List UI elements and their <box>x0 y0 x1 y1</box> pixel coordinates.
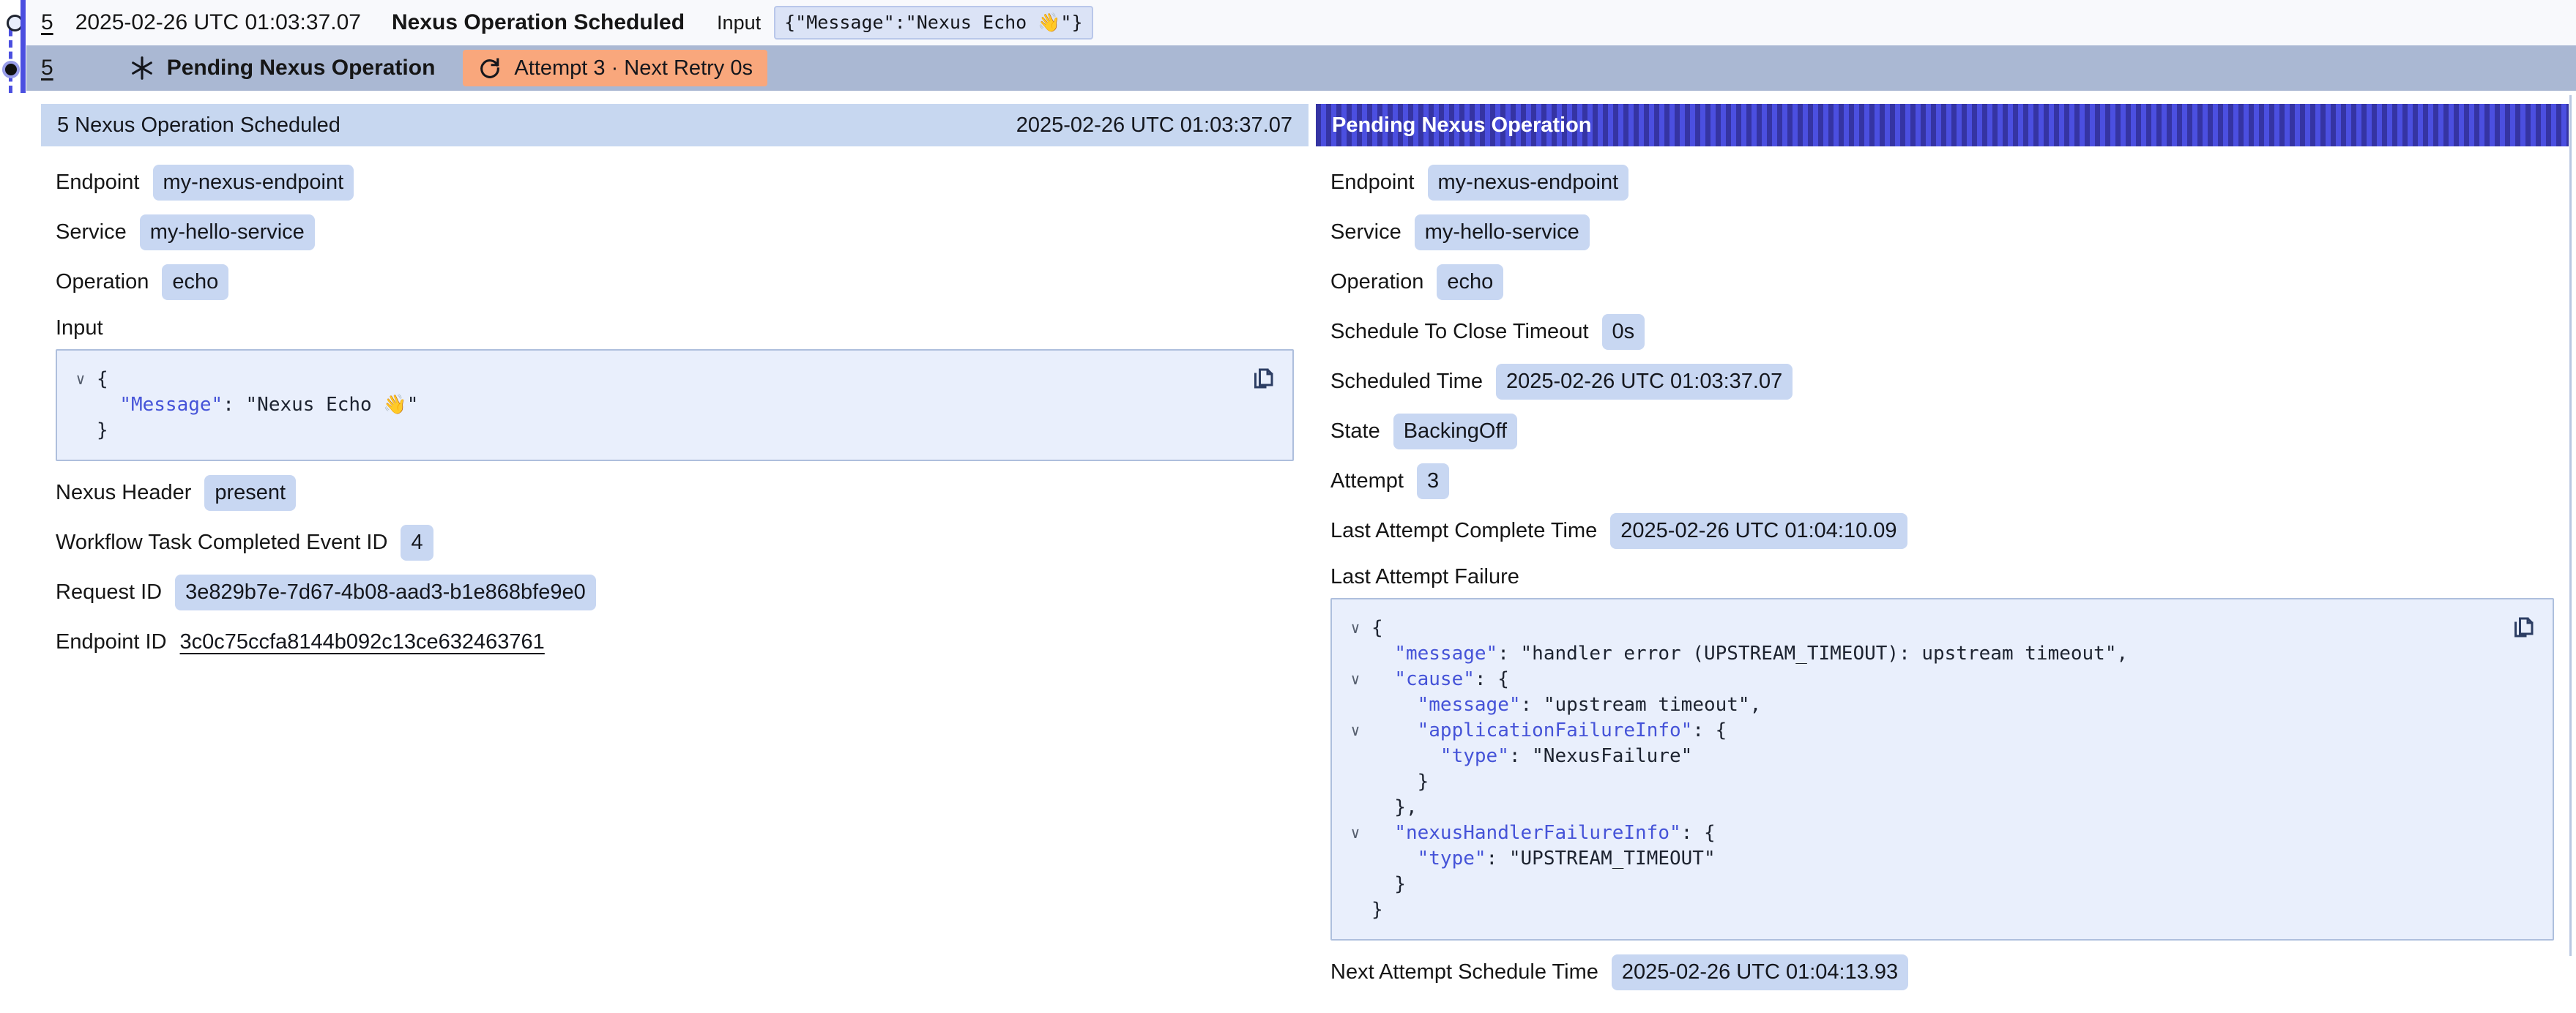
field-operation: Operation echo <box>1330 264 2554 300</box>
field-label: Operation <box>1330 270 1423 294</box>
field-label: Schedule To Close Timeout <box>1330 320 1589 344</box>
scheduled-event-panel: 5 Nexus Operation Scheduled 2025-02-26 U… <box>41 104 1309 682</box>
field-value-badge: my-hello-service <box>140 214 315 250</box>
field-label: Attempt <box>1330 469 1404 493</box>
field-value-badge: echo <box>1437 264 1503 300</box>
field-attempt: Attempt 3 <box>1330 463 2554 499</box>
input-section-label: Input <box>56 316 1294 340</box>
field-request-id: Request ID 3e829b7e-7d67-4b08-aad3-b1e86… <box>56 575 1294 610</box>
field-value-badge: my-hello-service <box>1415 214 1590 250</box>
retry-badge-label: Attempt 3 · Next Retry 0s <box>514 56 753 81</box>
field-state: State BackingOff <box>1330 414 2554 449</box>
pending-asterisk-icon <box>129 55 155 81</box>
field-value-badge: 0s <box>1602 314 1645 350</box>
field-label: Service <box>56 220 127 244</box>
timeline-active-bar <box>21 0 26 93</box>
retry-attempt-badge: Attempt 3 · Next Retry 0s <box>463 50 767 86</box>
collapse-chevron-icon[interactable]: ∨ <box>1339 616 1371 641</box>
field-service: Service my-hello-service <box>1330 214 2554 250</box>
last-attempt-failure-label: Last Attempt Failure <box>1330 565 2554 589</box>
field-value-badge: 2025-02-26 UTC 01:03:37.07 <box>1496 364 1793 400</box>
field-label: Workflow Task Completed Event ID <box>56 531 387 555</box>
scrollbar[interactable] <box>2569 95 2572 956</box>
field-value-badge: echo <box>162 264 228 300</box>
field-value-badge: 2025-02-26 UTC 01:04:13.93 <box>1612 954 1908 990</box>
field-value-badge: my-nexus-endpoint <box>153 165 354 201</box>
collapse-chevron-icon[interactable]: ∨ <box>1339 821 1371 846</box>
field-value-badge: 4 <box>401 525 433 561</box>
retry-icon <box>477 56 502 81</box>
event-input-preview: {"Message":"Nexus Echo 👋"} <box>774 6 1092 40</box>
scheduled-panel-header: 5 Nexus Operation Scheduled 2025-02-26 U… <box>41 104 1309 146</box>
field-operation: Operation echo <box>56 264 1294 300</box>
last-attempt-failure-json-viewer: ∨{ "message": "handler error (UPSTREAM_T… <box>1330 598 2554 941</box>
scheduled-panel-timestamp: 2025-02-26 UTC 01:03:37.07 <box>1016 113 1292 138</box>
field-endpoint: Endpoint my-nexus-endpoint <box>1330 165 2554 201</box>
collapse-chevron-icon[interactable]: ∨ <box>1339 718 1371 744</box>
copy-icon[interactable] <box>2509 613 2538 642</box>
event-row-pending[interactable]: 5 Pending Nexus Operation Attempt 3 · Ne… <box>26 45 2576 91</box>
field-label: Next Attempt Schedule Time <box>1330 960 1598 984</box>
event-input-label: Input <box>717 12 761 34</box>
field-label: Request ID <box>56 580 162 605</box>
pending-panel-title: Pending Nexus Operation <box>1332 113 1592 138</box>
field-last-attempt-complete-time: Last Attempt Complete Time 2025-02-26 UT… <box>1330 513 2554 549</box>
pending-event-title: Pending Nexus Operation <box>167 56 436 81</box>
field-value-badge: 3 <box>1417 463 1449 499</box>
field-service: Service my-hello-service <box>56 214 1294 250</box>
input-json-viewer: ∨{ "Message": "Nexus Echo 👋"} <box>56 349 1294 461</box>
field-label: Last Attempt Complete Time <box>1330 519 1597 543</box>
field-workflow-task-completed-event-id: Workflow Task Completed Event ID 4 <box>56 525 1294 561</box>
field-label: Operation <box>56 270 149 294</box>
endpoint-id-link[interactable]: 3c0c75ccfa8144b092c13ce632463761 <box>180 630 545 654</box>
state-badge: BackingOff <box>1393 414 1517 449</box>
field-endpoint: Endpoint my-nexus-endpoint <box>56 165 1294 201</box>
field-endpoint-id: Endpoint ID 3c0c75ccfa8144b092c13ce63246… <box>56 624 1294 659</box>
pending-panel-header: Pending Nexus Operation <box>1316 104 2569 146</box>
field-value-badge: my-nexus-endpoint <box>1428 165 1629 201</box>
collapse-chevron-icon[interactable]: ∨ <box>1339 667 1371 692</box>
field-schedule-to-close-timeout: Schedule To Close Timeout 0s <box>1330 314 2554 350</box>
event-id-link[interactable]: 5 <box>41 56 53 81</box>
event-id-link[interactable]: 5 <box>41 10 53 35</box>
field-label: Scheduled Time <box>1330 370 1483 394</box>
field-label: Endpoint <box>56 171 140 195</box>
event-timestamp: 2025-02-26 UTC 01:03:37.07 <box>75 10 361 35</box>
timeline-node-filled-icon <box>2 61 20 78</box>
scheduled-panel-title: 5 Nexus Operation Scheduled <box>57 113 340 138</box>
field-label: Endpoint <box>1330 171 1415 195</box>
field-next-attempt-schedule-time: Next Attempt Schedule Time 2025-02-26 UT… <box>1330 954 2554 990</box>
event-title: Nexus Operation Scheduled <box>392 10 685 35</box>
field-scheduled-time: Scheduled Time 2025-02-26 UTC 01:03:37.0… <box>1330 364 2554 400</box>
field-value-badge: present <box>204 475 296 511</box>
collapse-chevron-icon[interactable]: ∨ <box>64 367 97 392</box>
field-nexus-header: Nexus Header present <box>56 475 1294 511</box>
field-label: State <box>1330 419 1380 444</box>
field-value-badge: 3e829b7e-7d67-4b08-aad3-b1e868bfe9e0 <box>175 575 596 610</box>
event-row-scheduled[interactable]: 5 2025-02-26 UTC 01:03:37.07 Nexus Opera… <box>26 0 2576 45</box>
field-value-badge: 2025-02-26 UTC 01:04:10.09 <box>1610 513 1907 549</box>
pending-operation-panel: Pending Nexus Operation Endpoint my-nexu… <box>1316 104 2569 1013</box>
copy-icon[interactable] <box>1248 364 1278 393</box>
field-label: Endpoint ID <box>56 630 167 654</box>
field-label: Nexus Header <box>56 481 191 505</box>
field-label: Service <box>1330 220 1401 244</box>
